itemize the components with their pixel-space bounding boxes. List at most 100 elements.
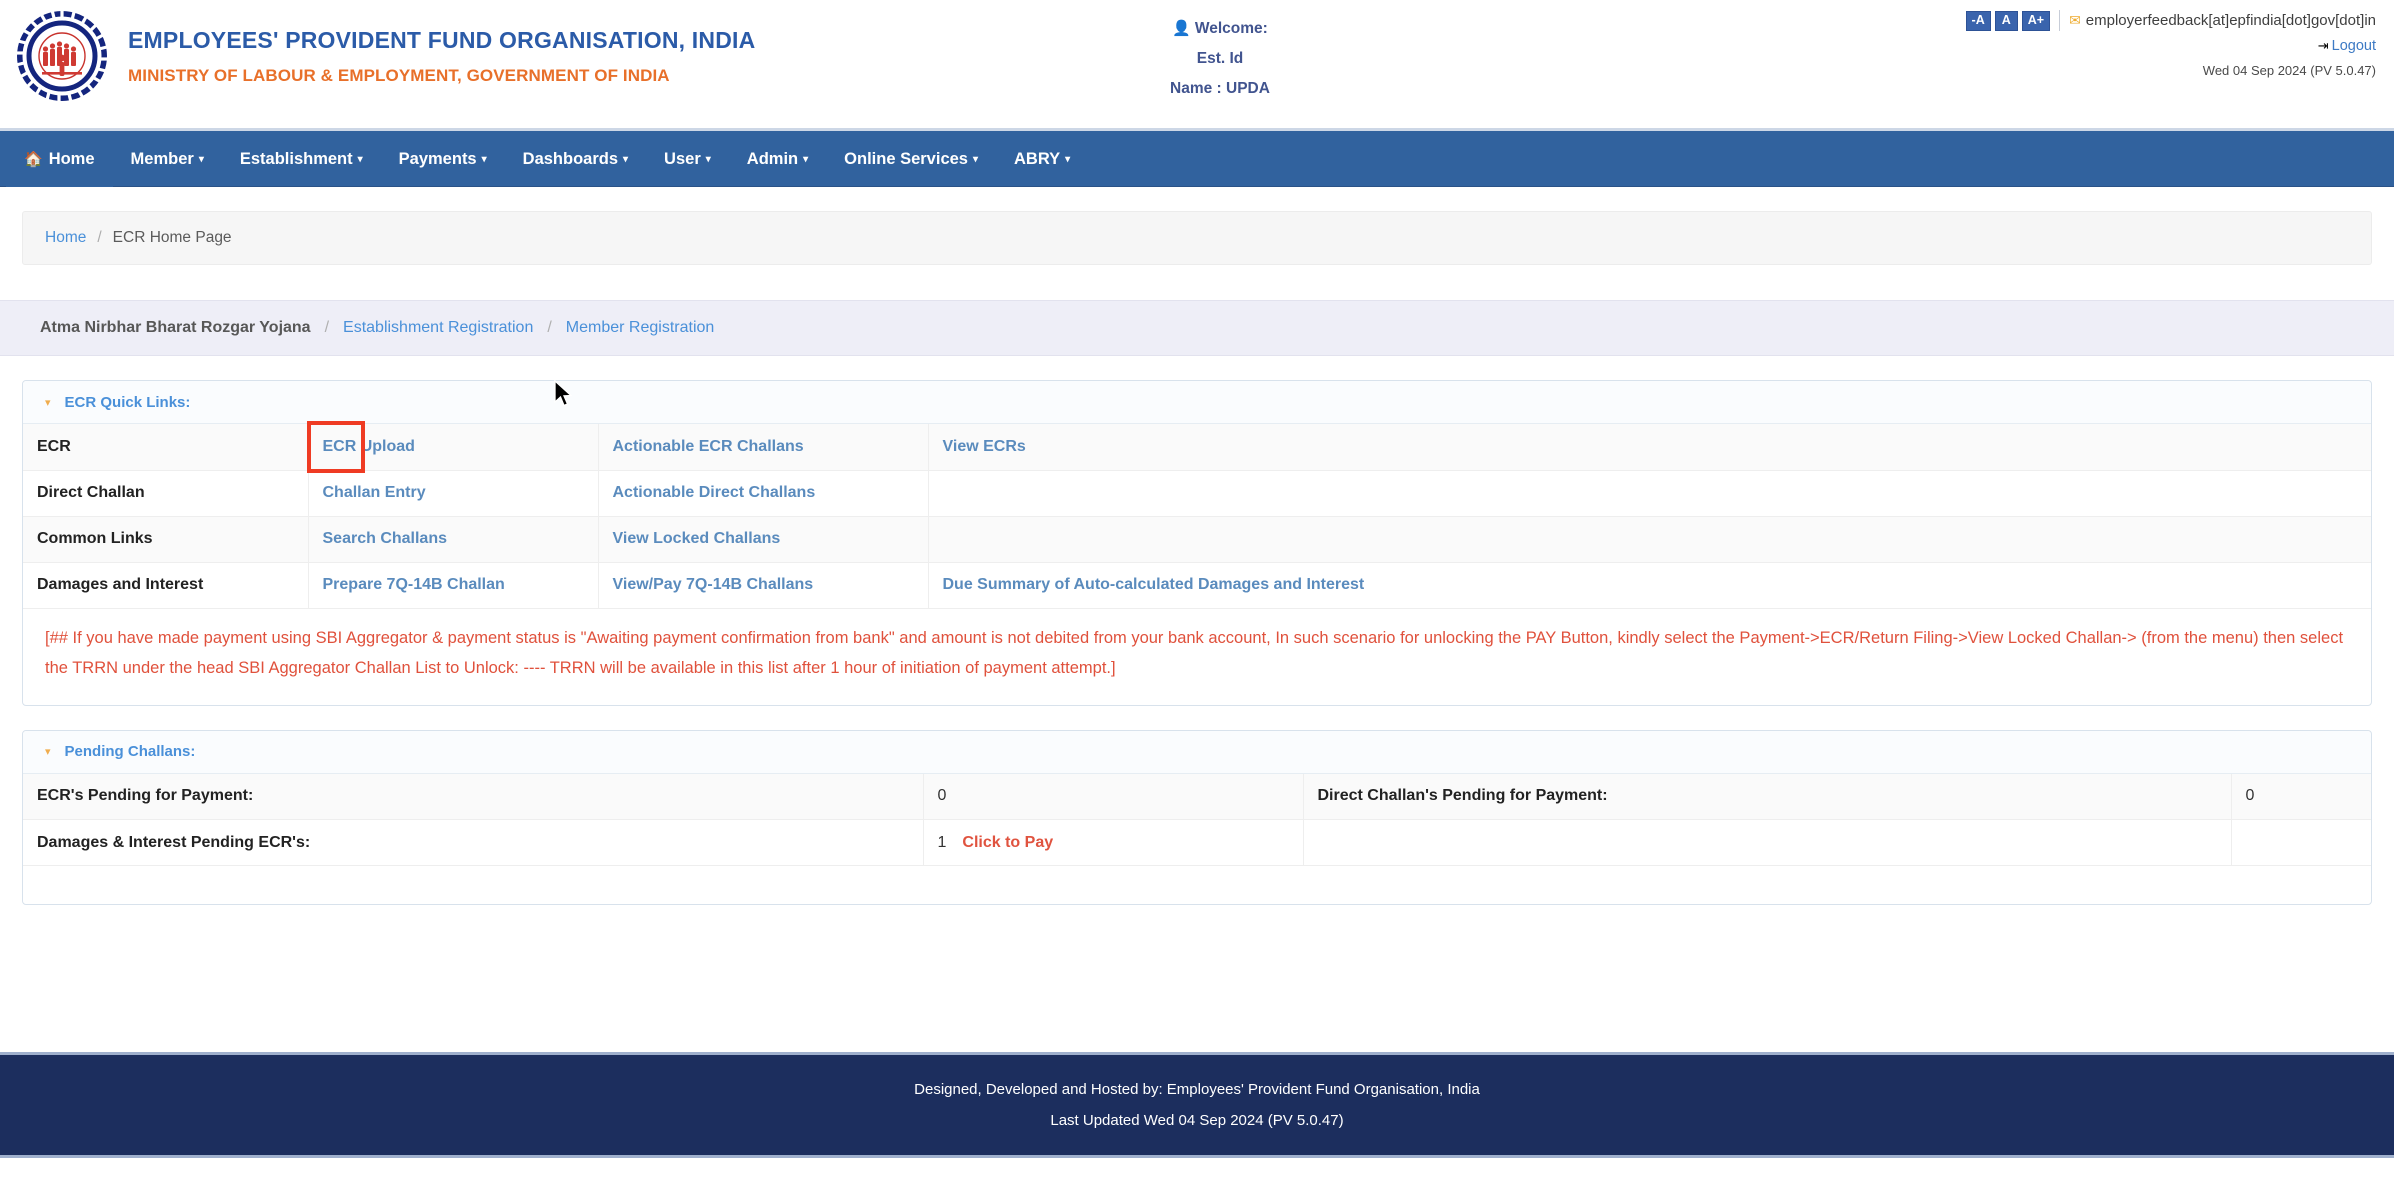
view-pay-7q-14b-challans-link[interactable]: View/Pay 7Q-14B Challans [613, 576, 814, 593]
table-row: Common Links Search Challans View Locked… [23, 516, 2371, 563]
view-locked-challans-link[interactable]: View Locked Challans [613, 530, 781, 547]
pending-challans-header[interactable]: ▾ Pending Challans: [23, 730, 2371, 774]
ecr-upload-link[interactable]: ECR Upload [323, 438, 415, 455]
nav-item-abry[interactable]: ABRY ▾ [996, 131, 1088, 187]
cell-empty [2231, 819, 2371, 866]
cell-empty [1303, 819, 2232, 866]
font-increase-button[interactable]: A+ [2021, 10, 2051, 31]
pending-challans-table: ECR's Pending for Payment: 0 Direct Chal… [23, 773, 2371, 866]
logout-link[interactable]: Logout [2332, 38, 2376, 54]
cell-view-pay-7q-14b-challans[interactable]: View/Pay 7Q-14B Challans [598, 562, 929, 609]
chevron-down-icon: ▾ [1065, 153, 1071, 165]
nav-item-home-label: Home [48, 149, 95, 168]
sub-navigation: Atma Nirbhar Bharat Rozgar Yojana / Esta… [0, 300, 2394, 356]
welcome-block: 👤 Welcome: Est. Id Name : UPDA [1060, 14, 1380, 104]
subnav-member-registration-link[interactable]: Member Registration [566, 319, 715, 337]
damages-interest-pending-cell: 1 Click to Pay [923, 819, 1304, 866]
nav-item-admin[interactable]: Admin ▾ [729, 131, 826, 187]
subnav-abry-label: Atma Nirbhar Bharat Rozgar Yojana [40, 319, 311, 336]
subnav-establishment-registration-link[interactable]: Establishment Registration [343, 319, 533, 337]
direct-challan-pending-value: 0 [2231, 773, 2371, 820]
main-navigation: 🏠 Home Member ▾ Establishment ▾ Payments ▾ D… [0, 130, 2394, 187]
chevron-down-icon: ▾ [45, 746, 51, 758]
damages-interest-pending-label: Damages & Interest Pending ECR's: [23, 819, 924, 866]
nav-item-user-label: User [664, 149, 701, 168]
cell-view-ecrs[interactable]: View ECRs [928, 424, 2371, 471]
nav-item-establishment[interactable]: Establishment ▾ [222, 131, 381, 187]
org-title: EMPLOYEES' PROVIDENT FUND ORGANISATION, … [128, 26, 756, 53]
actionable-direct-challans-link[interactable]: Actionable Direct Challans [613, 484, 816, 501]
nav-item-member[interactable]: Member ▾ [113, 131, 222, 187]
subnav-separator: / [547, 319, 552, 336]
view-ecrs-link[interactable]: View ECRs [943, 438, 1026, 455]
feedback-email[interactable]: employerfeedback[at]epfindia[dot]gov[dot… [2086, 12, 2376, 29]
logout-row[interactable]: ⇥ Logout [1966, 37, 2376, 55]
challan-entry-link[interactable]: Challan Entry [323, 484, 426, 501]
panel-bottom-spacer [23, 866, 2371, 904]
nav-item-member-label: Member [130, 149, 194, 168]
nav-item-dashboards[interactable]: Dashboards ▾ [505, 131, 646, 187]
epfo-emblem-icon [14, 8, 110, 104]
cell-actionable-ecr-challans[interactable]: Actionable ECR Challans [598, 424, 929, 471]
cell-empty [928, 516, 2371, 563]
cell-due-summary[interactable]: Due Summary of Auto-calculated Damages a… [928, 562, 2371, 609]
row-label-common-links: Common Links [23, 516, 309, 563]
accessibility-controls: -A A A+ ✉ employerfeedback[at]epfindia[d… [1965, 10, 2376, 31]
click-to-pay-link[interactable]: Click to Pay [962, 834, 1053, 851]
envelope-icon: ✉ [2069, 12, 2081, 28]
divider [2059, 10, 2061, 31]
ecr-pending-value: 0 [923, 773, 1304, 820]
cell-search-challans[interactable]: Search Challans [308, 516, 599, 563]
ecr-quick-links-table: ECR ECR Upload Actionable ECR Challans V… [23, 421, 2371, 609]
actionable-ecr-challans-link[interactable]: Actionable ECR Challans [613, 438, 804, 455]
cell-empty [928, 470, 2371, 517]
nav-item-payments-label: Payments [398, 149, 477, 168]
ecr-quick-links-panel: ▾ ECR Quick Links: ECR ECR Upload Action… [22, 380, 2372, 706]
chevron-down-icon: ▾ [357, 153, 363, 165]
nav-item-admin-label: Admin [746, 149, 799, 168]
chevron-down-icon: ▾ [972, 153, 979, 165]
font-decrease-button[interactable]: -A [1965, 10, 1991, 31]
nav-item-home[interactable]: 🏠 Home [6, 130, 113, 187]
welcome-label: Welcome: [1194, 20, 1268, 37]
brand-block: EMPLOYEES' PROVIDENT FUND ORGANISATION, … [14, 8, 755, 104]
prepare-7q-14b-challan-link[interactable]: Prepare 7Q-14B Challan [323, 576, 505, 593]
user-icon: 👤 [1172, 20, 1191, 37]
pending-challans-panel: ▾ Pending Challans: ECR's Pending for Pa… [22, 729, 2372, 905]
font-normal-button[interactable]: A [1994, 10, 2018, 31]
ministry-title: MINISTRY OF LABOUR & EMPLOYMENT, GOVERNM… [128, 65, 670, 85]
cell-view-locked-challans[interactable]: View Locked Challans [598, 516, 929, 563]
nav-item-payments[interactable]: Payments ▾ [381, 131, 505, 187]
pending-challans-title: Pending Challans: [64, 743, 196, 760]
breadcrumb: Home / ECR Home Page [22, 211, 2372, 265]
nav-item-user[interactable]: User ▾ [646, 131, 729, 187]
page-footer: Designed, Developed and Hosted by: Emplo… [0, 1052, 2394, 1158]
cell-challan-entry[interactable]: Challan Entry [308, 470, 599, 517]
chevron-down-icon: ▾ [623, 153, 629, 165]
table-row: ECR ECR Upload Actionable ECR Challans V… [23, 421, 2371, 473]
date-version-text: Wed 04 Sep 2024 (PV 5.0.47) [2202, 63, 2376, 78]
nav-item-online-services[interactable]: Online Services ▾ [826, 131, 996, 187]
cell-prepare-7q-14b-challan[interactable]: Prepare 7Q-14B Challan [308, 562, 599, 609]
page-header: EMPLOYEES' PROVIDENT FUND ORGANISATION, … [0, 0, 2394, 131]
breadcrumb-home-link[interactable]: Home [45, 229, 86, 247]
welcome-row: 👤 Welcome: [1060, 14, 1380, 44]
table-row: ECR's Pending for Payment: 0 Direct Chal… [23, 773, 2371, 820]
ecr-quick-links-title: ECR Quick Links: [64, 393, 191, 411]
header-right-controls: -A A A+ ✉ employerfeedback[at]epfindia[d… [1965, 10, 2376, 78]
row-label-damages-and-interest: Damages and Interest [23, 562, 309, 609]
chevron-down-icon: ▾ [198, 153, 204, 165]
cell-actionable-direct-challans[interactable]: Actionable Direct Challans [598, 470, 929, 517]
subnav-separator: / [324, 319, 330, 336]
chevron-down-icon: ▾ [481, 153, 487, 165]
search-challans-link[interactable]: Search Challans [323, 530, 448, 547]
row-label-direct-challan: Direct Challan [23, 470, 309, 517]
nav-item-abry-label: ABRY [1014, 149, 1061, 168]
row-label-ecr: ECR [23, 424, 309, 471]
table-row: Direct Challan Challan Entry Actionable … [23, 470, 2371, 517]
ecr-quick-links-header[interactable]: ▾ ECR Quick Links: [23, 381, 2371, 424]
chevron-down-icon: ▾ [45, 396, 51, 409]
due-summary-link[interactable]: Due Summary of Auto-calculated Damages a… [943, 576, 1365, 593]
cell-ecr-upload[interactable]: ECR Upload [306, 421, 599, 473]
brand-text: EMPLOYEES' PROVIDENT FUND ORGANISATION, … [128, 27, 755, 86]
